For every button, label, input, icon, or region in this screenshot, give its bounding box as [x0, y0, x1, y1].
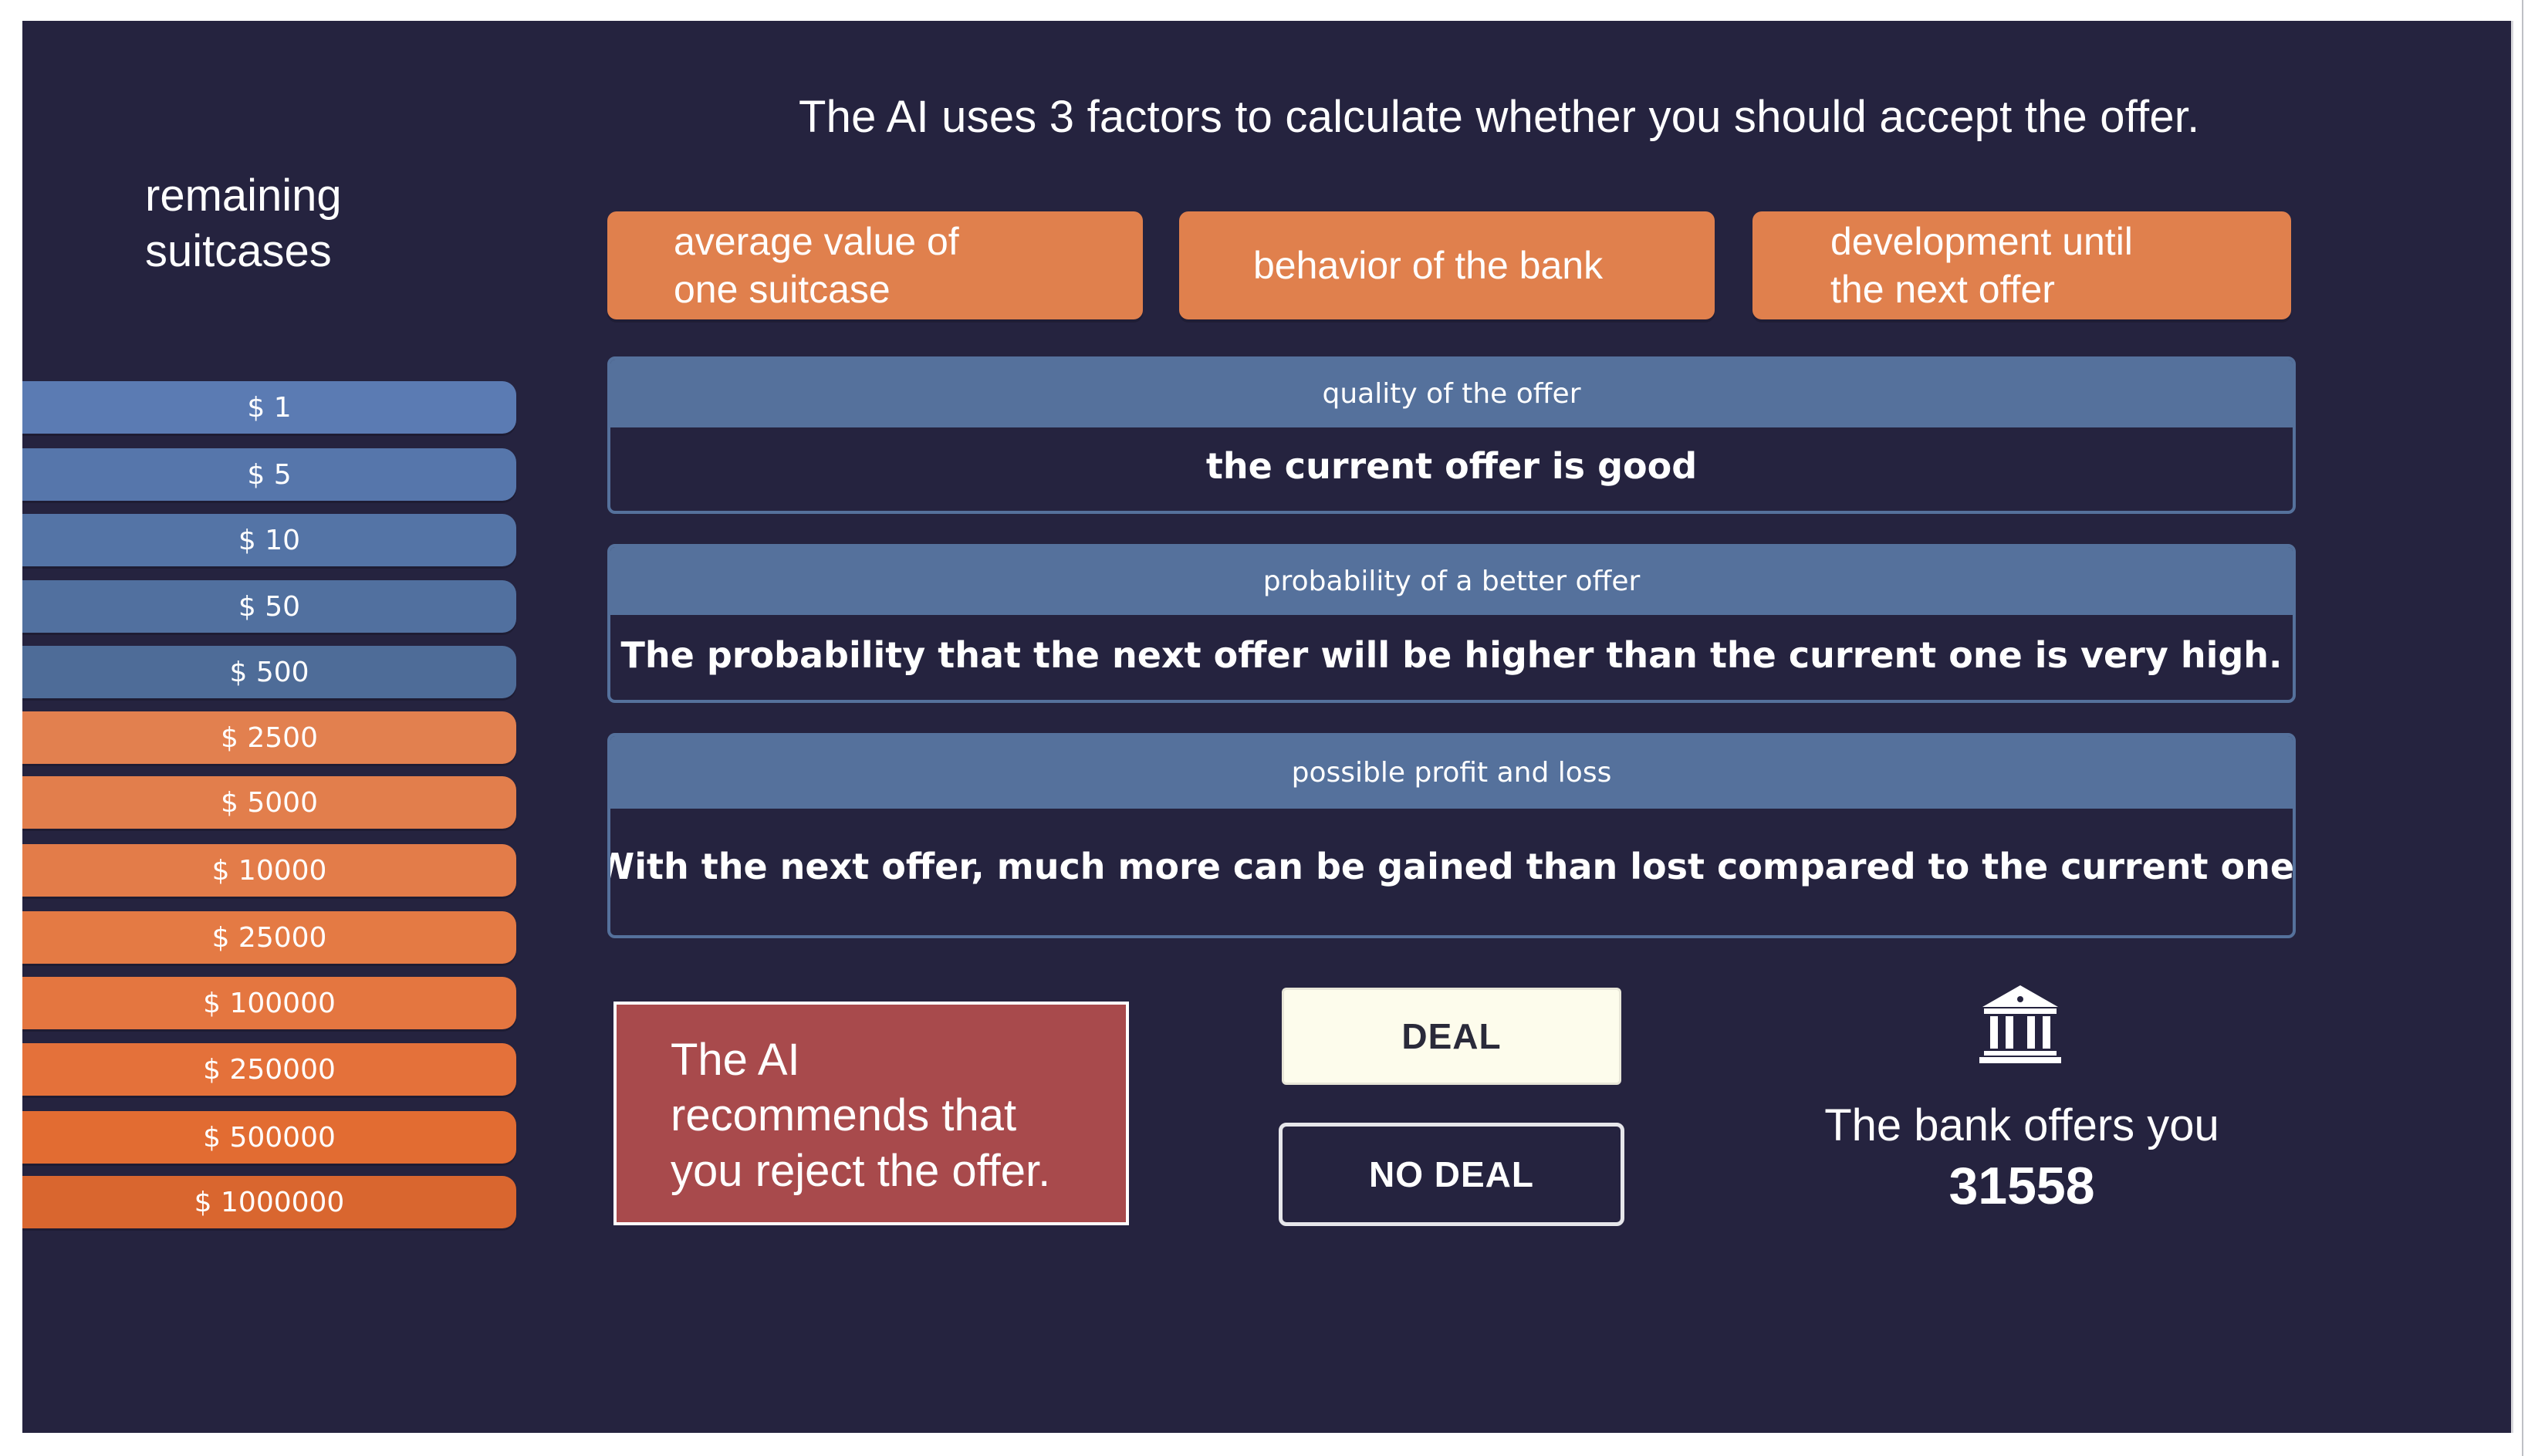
suitcase-label: $ 10000: [211, 854, 327, 887]
section-text: The probability that the next offer will…: [620, 634, 2283, 676]
bank-offer-amount: 31558: [1948, 1157, 2095, 1215]
suitcase-label: $ 10: [238, 524, 301, 556]
suitcase-value-500000: $ 500000: [22, 1111, 516, 1164]
suitcase-label: $ 500: [229, 656, 309, 688]
ai-recommendation-box: The AI recommends that you reject the of…: [613, 1002, 1129, 1225]
ai-recommendation-text: The AI recommends that you reject the of…: [671, 1035, 1051, 1196]
section-header: quality of the offer: [610, 360, 2293, 427]
suitcase-value-1000000: $ 1000000: [22, 1176, 516, 1228]
suitcase-value-5000: $ 5000: [22, 776, 516, 829]
bank-offer-text: The bank offers you: [1824, 1100, 2219, 1150]
section-better-offer-probability: probability of a better offer The probab…: [607, 544, 2296, 703]
remaining-suitcases-title: remaining suitcases: [145, 171, 342, 276]
page-title: The AI uses 3 factors to calculate wheth…: [799, 92, 2200, 142]
suitcase-value-50: $ 50: [22, 580, 516, 633]
factor-average-value[interactable]: average value of one suitcase: [607, 211, 1143, 319]
suitcase-label: $ 500000: [203, 1121, 336, 1154]
suitcase-value-1: $ 1: [22, 381, 516, 434]
suitcase-label: $ 5: [247, 458, 292, 491]
suitcase-label: $ 2500: [221, 721, 318, 754]
suitcase-value-25000: $ 25000: [22, 911, 516, 964]
factor-label: average value of one suitcase: [674, 220, 959, 311]
panel-edge: [2511, 21, 2513, 1433]
no-deal-button[interactable]: NO DEAL: [1279, 1123, 1624, 1226]
suitcase-label: $ 5000: [221, 786, 318, 819]
factor-development[interactable]: development until the next offer: [1752, 211, 2291, 319]
suitcase-value-250000: $ 250000: [22, 1043, 516, 1096]
screen: The AI uses 3 factors to calculate wheth…: [0, 0, 2545, 1456]
deal-button[interactable]: DEAL: [1282, 988, 1621, 1085]
factor-label: development until the next offer: [1830, 220, 2133, 311]
factor-bank-behavior[interactable]: behavior of the bank: [1179, 211, 1715, 319]
suitcase-value-100000: $ 100000: [22, 977, 516, 1029]
suitcase-label: $ 25000: [211, 921, 327, 954]
suitcase-label: $ 100000: [203, 987, 336, 1019]
suitcase-value-500: $ 500: [22, 646, 516, 698]
section-text: the current offer is good: [1205, 445, 1698, 487]
suitcase-label: $ 250000: [203, 1053, 336, 1086]
suitcase-label: $ 50: [238, 590, 301, 623]
window-edge-divider: [2522, 0, 2523, 1456]
section-header: possible profit and loss: [610, 736, 2293, 809]
section-profit-loss: possible profit and loss With the next o…: [607, 733, 2296, 938]
factor-label: behavior of the bank: [1253, 244, 1604, 287]
section-header: probability of a better offer: [610, 547, 2293, 615]
suitcase-value-10: $ 10: [22, 514, 516, 566]
suitcase-value-5: $ 5: [22, 448, 516, 501]
section-offer-quality: quality of the offer the current offer i…: [607, 356, 2296, 514]
suitcase-value-10000: $ 10000: [22, 844, 516, 897]
suitcase-label: $ 1: [247, 391, 292, 424]
suitcase-value-2500: $ 2500: [22, 711, 516, 764]
section-text: With the next offer, much more can be ga…: [607, 846, 2296, 887]
bank-icon: [1979, 985, 2061, 1063]
suitcase-label: $ 1000000: [194, 1186, 345, 1218]
